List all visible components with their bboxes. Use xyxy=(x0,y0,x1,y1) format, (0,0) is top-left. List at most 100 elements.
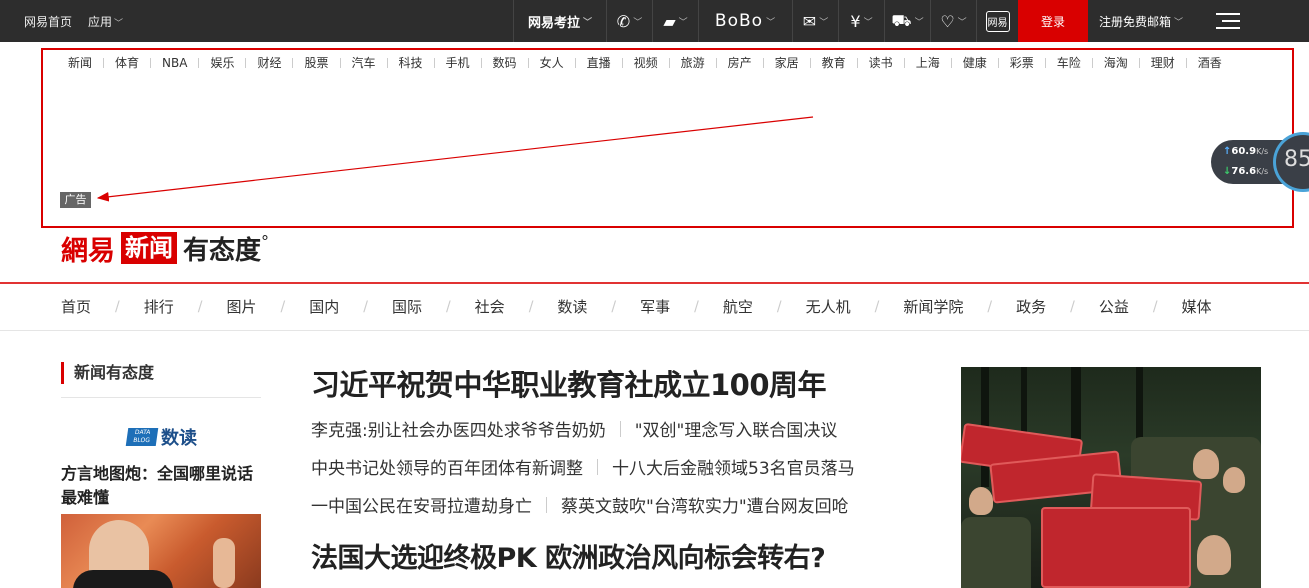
news-link[interactable]: 李克强:别让社会办医四处求爷爷告奶奶 xyxy=(311,416,606,441)
download-speed: ↓76.6K/s xyxy=(1223,166,1268,177)
nav-separator: / xyxy=(115,298,120,315)
channel-link[interactable]: NBA xyxy=(162,56,187,70)
login-button[interactable]: 登录 xyxy=(1018,0,1088,42)
channel-link[interactable]: 财经 xyxy=(257,54,281,71)
left-headline-link[interactable]: 方言地图炮：全国哪里说话最难懂 xyxy=(61,462,261,510)
kaola-menu[interactable]: 网易考拉 ﹀ xyxy=(513,0,606,42)
news-row: 李克强:别让社会办医四处求爷爷告奶奶 "双创"理念写入联合国决议 xyxy=(311,416,837,441)
nav-item[interactable]: 航空 xyxy=(723,296,753,317)
channel-link[interactable]: 车险 xyxy=(1057,54,1081,71)
left-thumbnail[interactable] xyxy=(61,514,261,588)
channel-link[interactable]: 视频 xyxy=(634,54,658,71)
register-mail-menu[interactable]: 注册免费邮箱 ﹀ xyxy=(1088,0,1194,42)
home-link[interactable]: 网易首页 xyxy=(24,13,72,30)
person-suit xyxy=(73,570,173,588)
channel-separator xyxy=(480,57,482,68)
nav-item[interactable]: 社会 xyxy=(475,296,505,317)
nav-item[interactable]: 新闻学院 xyxy=(903,296,963,317)
datablog-logo: DATA BLOG xyxy=(125,428,159,446)
channel-separator xyxy=(245,57,247,68)
channel-link[interactable]: 家居 xyxy=(775,54,799,71)
nav-item[interactable]: 排行 xyxy=(144,296,174,317)
channel-separator xyxy=(1091,57,1093,68)
news-row: 一中国公民在安哥拉遭劫身亡 蔡英文鼓吹"台湾软实力"遭台网友回呛 xyxy=(311,492,849,517)
channel-link[interactable]: 海淘 xyxy=(1104,54,1128,71)
news-link[interactable]: 十八大后金融领域53名官员落马 xyxy=(612,454,855,479)
finance-menu[interactable]: ¥ ﹀ xyxy=(838,0,884,42)
nav-separator: / xyxy=(694,298,699,315)
news-link[interactable]: 中央书记处领导的百年团体有新调整 xyxy=(311,454,583,479)
favorites-menu[interactable]: ♡ ﹀ xyxy=(930,0,976,42)
news-link[interactable]: 蔡英文鼓吹"台湾软实力"遭台网友回呛 xyxy=(561,492,849,517)
mail-menu[interactable]: ✉ ﹀ xyxy=(792,0,838,42)
nav-item[interactable]: 数读 xyxy=(557,296,587,317)
bobo-menu[interactable]: BoBo ﹀ xyxy=(698,0,792,42)
channel-link[interactable]: 新闻 xyxy=(68,54,92,71)
channel-link[interactable]: 彩票 xyxy=(1010,54,1034,71)
channel-link[interactable]: 汽车 xyxy=(352,54,376,71)
channel-link[interactable]: 房产 xyxy=(728,54,752,71)
person-coat xyxy=(961,517,1031,588)
mobile-icon: 网易 xyxy=(985,10,1010,32)
news-link[interactable]: "双创"理念写入联合国决议 xyxy=(635,416,838,441)
mobile-app-link[interactable]: 网易 xyxy=(976,0,1018,42)
download-value: 76.6 xyxy=(1231,166,1257,177)
cart-menu[interactable]: ⛟ ﹀ xyxy=(884,0,930,42)
channel-separator xyxy=(103,57,105,68)
top-left-links: 网易首页 应用 ﹀ xyxy=(24,0,123,42)
channel-link[interactable]: 数码 xyxy=(493,54,517,71)
channel-link[interactable]: 理财 xyxy=(1151,54,1175,71)
nav-item[interactable]: 无人机 xyxy=(806,296,851,317)
channel-link[interactable]: 健康 xyxy=(963,54,987,71)
channel-link[interactable]: 教育 xyxy=(822,54,846,71)
second-headline-link[interactable]: 法国大选迎终极PK 欧洲政治风向标会转右? xyxy=(311,536,826,575)
nav-item[interactable]: 媒体 xyxy=(1182,296,1212,317)
site-logo[interactable]: 網易 新闻 有态度 ° xyxy=(61,230,269,267)
nav-separator: / xyxy=(874,298,880,315)
channel-link[interactable]: 娱乐 xyxy=(210,54,234,71)
channel-link[interactable]: 旅游 xyxy=(681,54,705,71)
apps-menu[interactable]: 应用 ﹀ xyxy=(88,13,123,30)
chevron-down-icon: ﹀ xyxy=(1174,17,1184,28)
channel-link[interactable]: 酒香 xyxy=(1198,54,1222,71)
main-nav: 首页 / 排行 / 图片 / 国内 / 国际 / 社会 / 数读 / 军事 / 航空 / 无人机 / 新闻学院 / 政务 / 公… xyxy=(61,296,1212,317)
chevron-down-icon: ﹀ xyxy=(678,17,688,28)
channel-separator xyxy=(950,57,952,68)
download-unit: K/s xyxy=(1256,167,1269,176)
channel-separator xyxy=(292,57,294,68)
channel-link[interactable]: 手机 xyxy=(446,54,470,71)
channel-link[interactable]: 女人 xyxy=(540,54,564,71)
nav-item[interactable]: 首页 xyxy=(61,296,91,317)
channel-separator xyxy=(386,57,388,68)
ad-tag: 广告 xyxy=(60,192,91,208)
chevron-down-icon: ﹀ xyxy=(914,17,924,28)
phone-menu[interactable]: ✆ ﹀ xyxy=(606,0,652,42)
nav-separator: / xyxy=(776,298,782,315)
person-head xyxy=(1197,535,1231,575)
nav-item[interactable]: 军事 xyxy=(640,296,670,317)
channel-link[interactable]: 股票 xyxy=(304,54,328,71)
news-link[interactable]: 一中国公民在安哥拉遭劫身亡 xyxy=(311,492,532,517)
channel-link[interactable]: 直播 xyxy=(587,54,611,71)
channel-link[interactable]: 科技 xyxy=(399,54,423,71)
network-speed-widget[interactable]: ↑60.9K/s ↓76.6K/s 85 xyxy=(1211,132,1309,192)
channel-separator xyxy=(339,57,341,68)
menu-button[interactable] xyxy=(1194,0,1262,42)
nav-item[interactable]: 国内 xyxy=(309,296,339,317)
feature-photo[interactable] xyxy=(961,367,1261,588)
nav-separator: / xyxy=(363,298,368,315)
channel-separator xyxy=(1185,57,1187,68)
nav-item[interactable]: 图片 xyxy=(226,296,256,317)
channel-link[interactable]: 体育 xyxy=(115,54,139,71)
top-headline-link[interactable]: 习近平祝贺中华职业教育社成立100周年 xyxy=(311,362,827,404)
channel-link[interactable]: 读书 xyxy=(869,54,893,71)
nav-item[interactable]: 政务 xyxy=(1016,296,1046,317)
nav-item[interactable]: 国际 xyxy=(392,296,422,317)
chevron-down-icon: ﹀ xyxy=(819,17,829,28)
channel-link[interactable]: 上海 xyxy=(916,54,940,71)
channel-separator xyxy=(856,57,858,68)
nav-item[interactable]: 公益 xyxy=(1099,296,1129,317)
reader-menu[interactable]: ▰ ﹀ xyxy=(652,0,698,42)
datablog-link[interactable]: DATA BLOG 数读 xyxy=(125,424,197,450)
person-head xyxy=(1223,467,1245,493)
